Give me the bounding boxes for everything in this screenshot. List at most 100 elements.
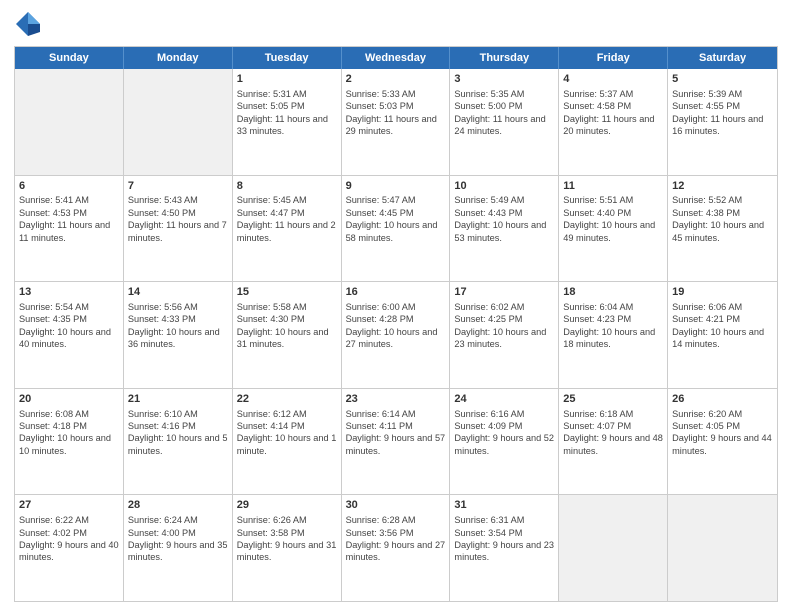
day-number: 7 bbox=[128, 179, 228, 194]
day-number: 26 bbox=[672, 392, 773, 407]
calendar-cell-25: 25Sunrise: 6:18 AMSunset: 4:07 PMDayligh… bbox=[559, 389, 668, 495]
day-number: 28 bbox=[128, 498, 228, 513]
day-info: Sunrise: 6:24 AMSunset: 4:00 PMDaylight:… bbox=[128, 514, 228, 564]
day-number: 11 bbox=[563, 179, 663, 194]
calendar-cell-3: 3Sunrise: 5:35 AMSunset: 5:00 PMDaylight… bbox=[450, 69, 559, 175]
calendar-row-4: 27Sunrise: 6:22 AMSunset: 4:02 PMDayligh… bbox=[15, 494, 777, 601]
day-info: Sunrise: 5:51 AMSunset: 4:40 PMDaylight:… bbox=[563, 194, 663, 244]
day-number: 19 bbox=[672, 285, 773, 300]
day-info: Sunrise: 5:52 AMSunset: 4:38 PMDaylight:… bbox=[672, 194, 773, 244]
calendar-cell-6: 6Sunrise: 5:41 AMSunset: 4:53 PMDaylight… bbox=[15, 176, 124, 282]
day-number: 6 bbox=[19, 179, 119, 194]
day-number: 23 bbox=[346, 392, 446, 407]
calendar: SundayMondayTuesdayWednesdayThursdayFrid… bbox=[14, 46, 778, 602]
day-info: Sunrise: 5:33 AMSunset: 5:03 PMDaylight:… bbox=[346, 88, 446, 138]
day-info: Sunrise: 6:02 AMSunset: 4:25 PMDaylight:… bbox=[454, 301, 554, 351]
calendar-cell-18: 18Sunrise: 6:04 AMSunset: 4:23 PMDayligh… bbox=[559, 282, 668, 388]
day-number: 24 bbox=[454, 392, 554, 407]
day-number: 15 bbox=[237, 285, 337, 300]
calendar-cell-26: 26Sunrise: 6:20 AMSunset: 4:05 PMDayligh… bbox=[668, 389, 777, 495]
day-number: 1 bbox=[237, 72, 337, 87]
day-info: Sunrise: 6:28 AMSunset: 3:56 PMDaylight:… bbox=[346, 514, 446, 564]
day-info: Sunrise: 5:35 AMSunset: 5:00 PMDaylight:… bbox=[454, 88, 554, 138]
day-number: 25 bbox=[563, 392, 663, 407]
calendar-cell-29: 29Sunrise: 6:26 AMSunset: 3:58 PMDayligh… bbox=[233, 495, 342, 601]
day-number: 21 bbox=[128, 392, 228, 407]
calendar-cell-28: 28Sunrise: 6:24 AMSunset: 4:00 PMDayligh… bbox=[124, 495, 233, 601]
header bbox=[14, 10, 778, 38]
day-number: 9 bbox=[346, 179, 446, 194]
day-info: Sunrise: 5:54 AMSunset: 4:35 PMDaylight:… bbox=[19, 301, 119, 351]
day-number: 27 bbox=[19, 498, 119, 513]
header-day-tuesday: Tuesday bbox=[233, 47, 342, 69]
header-day-monday: Monday bbox=[124, 47, 233, 69]
calendar-cell-27: 27Sunrise: 6:22 AMSunset: 4:02 PMDayligh… bbox=[15, 495, 124, 601]
calendar-cell-empty-4-5 bbox=[559, 495, 668, 601]
header-day-thursday: Thursday bbox=[450, 47, 559, 69]
day-number: 31 bbox=[454, 498, 554, 513]
day-number: 5 bbox=[672, 72, 773, 87]
calendar-cell-21: 21Sunrise: 6:10 AMSunset: 4:16 PMDayligh… bbox=[124, 389, 233, 495]
header-day-sunday: Sunday bbox=[15, 47, 124, 69]
day-info: Sunrise: 5:41 AMSunset: 4:53 PMDaylight:… bbox=[19, 194, 119, 244]
calendar-cell-14: 14Sunrise: 5:56 AMSunset: 4:33 PMDayligh… bbox=[124, 282, 233, 388]
day-info: Sunrise: 6:16 AMSunset: 4:09 PMDaylight:… bbox=[454, 408, 554, 458]
header-day-friday: Friday bbox=[559, 47, 668, 69]
calendar-body: 1Sunrise: 5:31 AMSunset: 5:05 PMDaylight… bbox=[15, 69, 777, 601]
day-info: Sunrise: 6:14 AMSunset: 4:11 PMDaylight:… bbox=[346, 408, 446, 458]
calendar-cell-8: 8Sunrise: 5:45 AMSunset: 4:47 PMDaylight… bbox=[233, 176, 342, 282]
day-info: Sunrise: 5:56 AMSunset: 4:33 PMDaylight:… bbox=[128, 301, 228, 351]
day-number: 3 bbox=[454, 72, 554, 87]
day-info: Sunrise: 5:58 AMSunset: 4:30 PMDaylight:… bbox=[237, 301, 337, 351]
day-info: Sunrise: 5:43 AMSunset: 4:50 PMDaylight:… bbox=[128, 194, 228, 244]
day-info: Sunrise: 6:12 AMSunset: 4:14 PMDaylight:… bbox=[237, 408, 337, 458]
calendar-cell-13: 13Sunrise: 5:54 AMSunset: 4:35 PMDayligh… bbox=[15, 282, 124, 388]
calendar-cell-23: 23Sunrise: 6:14 AMSunset: 4:11 PMDayligh… bbox=[342, 389, 451, 495]
day-number: 2 bbox=[346, 72, 446, 87]
calendar-row-0: 1Sunrise: 5:31 AMSunset: 5:05 PMDaylight… bbox=[15, 69, 777, 175]
day-info: Sunrise: 5:31 AMSunset: 5:05 PMDaylight:… bbox=[237, 88, 337, 138]
day-info: Sunrise: 6:10 AMSunset: 4:16 PMDaylight:… bbox=[128, 408, 228, 458]
page: SundayMondayTuesdayWednesdayThursdayFrid… bbox=[0, 0, 792, 612]
calendar-cell-11: 11Sunrise: 5:51 AMSunset: 4:40 PMDayligh… bbox=[559, 176, 668, 282]
calendar-cell-empty-0-1 bbox=[124, 69, 233, 175]
day-info: Sunrise: 6:08 AMSunset: 4:18 PMDaylight:… bbox=[19, 408, 119, 458]
day-number: 8 bbox=[237, 179, 337, 194]
day-number: 14 bbox=[128, 285, 228, 300]
calendar-cell-16: 16Sunrise: 6:00 AMSunset: 4:28 PMDayligh… bbox=[342, 282, 451, 388]
day-number: 10 bbox=[454, 179, 554, 194]
calendar-cell-30: 30Sunrise: 6:28 AMSunset: 3:56 PMDayligh… bbox=[342, 495, 451, 601]
calendar-cell-1: 1Sunrise: 5:31 AMSunset: 5:05 PMDaylight… bbox=[233, 69, 342, 175]
day-number: 12 bbox=[672, 179, 773, 194]
calendar-row-3: 20Sunrise: 6:08 AMSunset: 4:18 PMDayligh… bbox=[15, 388, 777, 495]
day-info: Sunrise: 6:06 AMSunset: 4:21 PMDaylight:… bbox=[672, 301, 773, 351]
header-day-wednesday: Wednesday bbox=[342, 47, 451, 69]
calendar-header: SundayMondayTuesdayWednesdayThursdayFrid… bbox=[15, 47, 777, 69]
day-info: Sunrise: 6:22 AMSunset: 4:02 PMDaylight:… bbox=[19, 514, 119, 564]
day-number: 29 bbox=[237, 498, 337, 513]
day-number: 16 bbox=[346, 285, 446, 300]
day-number: 30 bbox=[346, 498, 446, 513]
calendar-cell-7: 7Sunrise: 5:43 AMSunset: 4:50 PMDaylight… bbox=[124, 176, 233, 282]
day-number: 4 bbox=[563, 72, 663, 87]
calendar-cell-31: 31Sunrise: 6:31 AMSunset: 3:54 PMDayligh… bbox=[450, 495, 559, 601]
day-info: Sunrise: 6:20 AMSunset: 4:05 PMDaylight:… bbox=[672, 408, 773, 458]
logo bbox=[14, 10, 46, 38]
calendar-cell-9: 9Sunrise: 5:47 AMSunset: 4:45 PMDaylight… bbox=[342, 176, 451, 282]
day-number: 17 bbox=[454, 285, 554, 300]
day-info: Sunrise: 6:00 AMSunset: 4:28 PMDaylight:… bbox=[346, 301, 446, 351]
calendar-cell-5: 5Sunrise: 5:39 AMSunset: 4:55 PMDaylight… bbox=[668, 69, 777, 175]
day-number: 18 bbox=[563, 285, 663, 300]
day-info: Sunrise: 5:45 AMSunset: 4:47 PMDaylight:… bbox=[237, 194, 337, 244]
day-info: Sunrise: 6:04 AMSunset: 4:23 PMDaylight:… bbox=[563, 301, 663, 351]
day-info: Sunrise: 6:18 AMSunset: 4:07 PMDaylight:… bbox=[563, 408, 663, 458]
calendar-cell-12: 12Sunrise: 5:52 AMSunset: 4:38 PMDayligh… bbox=[668, 176, 777, 282]
calendar-cell-24: 24Sunrise: 6:16 AMSunset: 4:09 PMDayligh… bbox=[450, 389, 559, 495]
calendar-cell-17: 17Sunrise: 6:02 AMSunset: 4:25 PMDayligh… bbox=[450, 282, 559, 388]
calendar-cell-4: 4Sunrise: 5:37 AMSunset: 4:58 PMDaylight… bbox=[559, 69, 668, 175]
day-number: 22 bbox=[237, 392, 337, 407]
header-day-saturday: Saturday bbox=[668, 47, 777, 69]
calendar-row-1: 6Sunrise: 5:41 AMSunset: 4:53 PMDaylight… bbox=[15, 175, 777, 282]
day-info: Sunrise: 5:49 AMSunset: 4:43 PMDaylight:… bbox=[454, 194, 554, 244]
calendar-cell-19: 19Sunrise: 6:06 AMSunset: 4:21 PMDayligh… bbox=[668, 282, 777, 388]
